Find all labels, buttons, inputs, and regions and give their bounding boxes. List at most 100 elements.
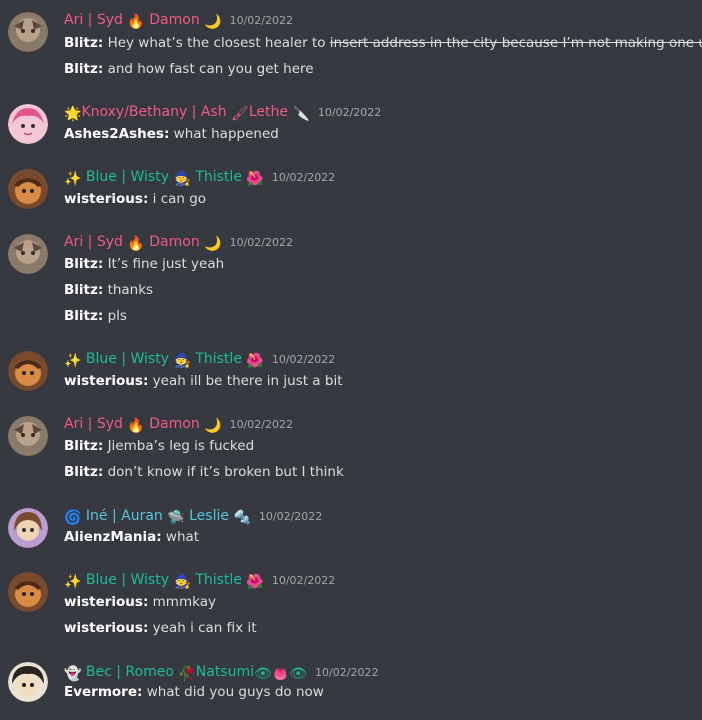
username[interactable]: Ari | Syd 🔥 Damon 🌙 bbox=[64, 416, 222, 434]
message-line: Blitz: Jiemba’s leg is fucked bbox=[64, 436, 254, 456]
avatar[interactable] bbox=[8, 104, 48, 144]
sparkles-emoji-icon: ✨ bbox=[64, 353, 82, 369]
author-label: Evermore: bbox=[64, 684, 143, 700]
author-label: Blitz: bbox=[64, 35, 104, 51]
username[interactable]: ✨ Blue | Wisty 🧙 Thistle 🌺 bbox=[64, 351, 264, 369]
avatar[interactable] bbox=[8, 351, 48, 391]
author-label: Blitz: bbox=[64, 438, 104, 454]
message-text: mmmkay bbox=[152, 594, 216, 610]
avatar[interactable] bbox=[8, 234, 48, 274]
username[interactable]: 👻 Bec | Romeo 🥀Natsumi👁👅👁 bbox=[64, 664, 307, 682]
avatar[interactable] bbox=[8, 12, 48, 52]
eye-emoji-icon: 👁 bbox=[254, 666, 272, 682]
timestamp: 10/02/2022 bbox=[271, 353, 336, 366]
avatar[interactable] bbox=[8, 169, 48, 209]
message-line: Blitz: Hey what’s the closest healer to … bbox=[64, 33, 702, 53]
swirl-emoji-icon: 🌀 bbox=[64, 510, 82, 526]
avatar[interactable] bbox=[8, 662, 48, 702]
message-header: Ari | Syd 🔥 Damon 🌙 10/02/2022 bbox=[64, 232, 293, 252]
tongue-emoji-icon: 👅 bbox=[271, 666, 290, 682]
message-line: Blitz: and how fast can you get here bbox=[64, 59, 314, 79]
message-line: wisterious: i can go bbox=[64, 189, 206, 209]
hibiscus-emoji-icon: 🌺 bbox=[246, 171, 264, 187]
fire-emoji-icon: 🔥 bbox=[127, 14, 145, 30]
message-text: Jiemba’s leg is fucked bbox=[107, 438, 255, 454]
avatar[interactable] bbox=[8, 416, 48, 456]
moon-emoji-icon: 🌙 bbox=[204, 14, 222, 30]
author-label: wisterious: bbox=[64, 620, 149, 636]
rose-emoji-icon: 🥀 bbox=[178, 666, 196, 682]
message-line: Blitz: don’t know if it’s broken but I t… bbox=[64, 462, 344, 482]
message-text: i can go bbox=[152, 191, 207, 207]
knife-emoji-icon: 🔪 bbox=[292, 106, 310, 122]
strikethrough-text: insert address in the city because I’m n… bbox=[329, 35, 702, 51]
author-label: wisterious: bbox=[64, 191, 149, 207]
author-label: AlienzMania: bbox=[64, 529, 162, 545]
sparkles-emoji-icon: ✨ bbox=[64, 171, 82, 187]
timestamp: 10/02/2022 bbox=[258, 510, 323, 523]
author-label: Ashes2Ashes: bbox=[64, 126, 170, 142]
username[interactable]: Ari | Syd 🔥 Damon 🌙 bbox=[64, 12, 222, 30]
author-label: wisterious: bbox=[64, 373, 149, 389]
moon-emoji-icon: 🌙 bbox=[204, 236, 222, 252]
message-header: 🌀 Iné | Auran 🛸 Leslie 🔩 10/02/2022 bbox=[64, 506, 322, 526]
message-text: what did you guys do now bbox=[146, 684, 324, 700]
star-emoji-icon: 🌟 bbox=[64, 106, 82, 122]
username[interactable]: ✨ Blue | Wisty 🧙 Thistle 🌺 bbox=[64, 169, 264, 187]
wizard-emoji-icon: 🧙 bbox=[173, 353, 191, 369]
timestamp: 10/02/2022 bbox=[229, 236, 293, 249]
wizard-emoji-icon: 🧙 bbox=[173, 171, 191, 187]
username[interactable]: 🌀 Iné | Auran 🛸 Leslie 🔩 bbox=[64, 508, 251, 526]
username[interactable]: 🌟Knoxy/Bethany | Ash 🖌Lethe 🔪 bbox=[64, 104, 310, 122]
timestamp: 10/02/2022 bbox=[271, 171, 336, 184]
message-header: ✨ Blue | Wisty 🧙 Thistle 🌺 10/02/2022 bbox=[64, 349, 335, 369]
message-line: wisterious: yeah ill be there in just a … bbox=[64, 371, 343, 391]
message-header: 👻 Bec | Romeo 🥀Natsumi👁👅👁 10/02/2022 bbox=[64, 662, 378, 682]
username[interactable]: Ari | Syd 🔥 Damon 🌙 bbox=[64, 234, 222, 252]
author-label: Blitz: bbox=[64, 256, 104, 272]
ufo-emoji-icon: 🛸 bbox=[167, 510, 185, 526]
eye-emoji-icon: 👁 bbox=[289, 666, 308, 682]
message-line: Evermore: what did you guys do now bbox=[64, 682, 324, 702]
message-text: It’s fine just yeah bbox=[107, 256, 225, 272]
hibiscus-emoji-icon: 🌺 bbox=[246, 353, 264, 369]
message-line: Blitz: thanks bbox=[64, 280, 153, 300]
message-header: ✨ Blue | Wisty 🧙 Thistle 🌺 10/02/2022 bbox=[64, 167, 335, 187]
timestamp: 10/02/2022 bbox=[229, 418, 293, 431]
timestamp: 10/02/2022 bbox=[315, 666, 379, 679]
fire-emoji-icon: 🔥 bbox=[127, 418, 145, 434]
author-label: Blitz: bbox=[64, 464, 104, 480]
message-header: 🌟Knoxy/Bethany | Ash 🖌Lethe 🔪 10/02/2022 bbox=[64, 102, 381, 122]
message-text: what bbox=[165, 529, 200, 545]
message-text: yeah ill be there in just a bit bbox=[152, 373, 343, 389]
message-header: ✨ Blue | Wisty 🧙 Thistle 🌺 10/02/2022 bbox=[64, 570, 335, 590]
message-text: what happened bbox=[173, 126, 279, 142]
wizard-emoji-icon: 🧙 bbox=[173, 574, 191, 590]
message-line: AlienzMania: what bbox=[64, 527, 199, 547]
message-header: Ari | Syd 🔥 Damon 🌙 10/02/2022 bbox=[64, 10, 293, 30]
moon-emoji-icon: 🌙 bbox=[204, 418, 222, 434]
bolt-emoji-icon: 🔩 bbox=[233, 510, 251, 526]
ghost-emoji-icon: 👻 bbox=[64, 666, 82, 682]
avatar[interactable] bbox=[8, 572, 48, 612]
avatar[interactable] bbox=[8, 508, 48, 548]
message-text: Hey what’s the closest healer to bbox=[107, 35, 330, 51]
message-text: thanks bbox=[107, 282, 154, 298]
message-text: yeah i can fix it bbox=[152, 620, 257, 636]
message-text: pls bbox=[107, 308, 127, 324]
paintbrush-emoji-icon: 🖌 bbox=[231, 106, 249, 122]
fire-emoji-icon: 🔥 bbox=[127, 236, 145, 252]
timestamp: 10/02/2022 bbox=[317, 106, 382, 119]
timestamp: 10/02/2022 bbox=[229, 14, 293, 27]
hibiscus-emoji-icon: 🌺 bbox=[246, 574, 264, 590]
message-line: wisterious: mmmkay bbox=[64, 592, 216, 612]
username[interactable]: ✨ Blue | Wisty 🧙 Thistle 🌺 bbox=[64, 572, 264, 590]
author-label: Blitz: bbox=[64, 308, 104, 324]
author-label: Blitz: bbox=[64, 61, 104, 77]
message-line: Blitz: pls bbox=[64, 306, 127, 326]
message-line: Blitz: It’s fine just yeah bbox=[64, 254, 224, 274]
message-text: don’t know if it’s broken but I think bbox=[107, 464, 344, 480]
author-label: Blitz: bbox=[64, 282, 104, 298]
message-line: wisterious: yeah i can fix it bbox=[64, 618, 256, 638]
sparkles-emoji-icon: ✨ bbox=[64, 574, 82, 590]
